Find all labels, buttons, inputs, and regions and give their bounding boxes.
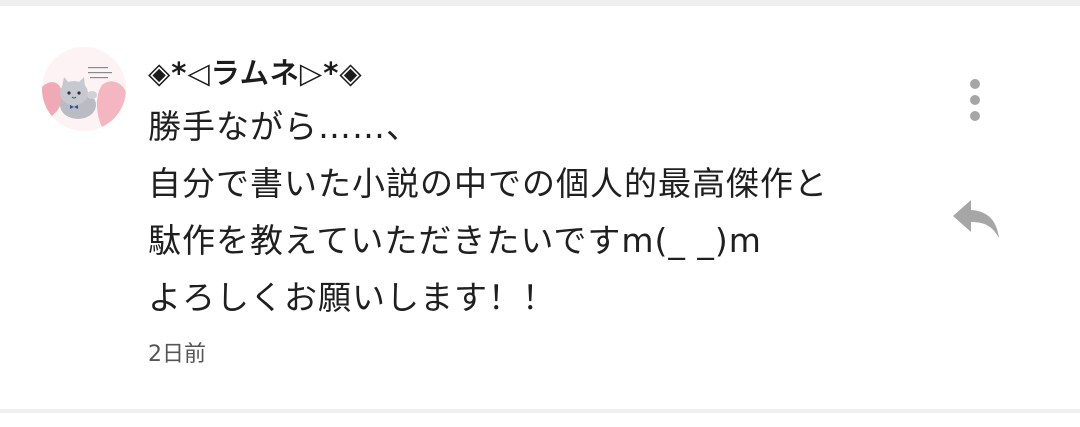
bottom-divider xyxy=(0,409,1080,413)
comment-line-2: 自分で書いた小説の中での個人的最高傑作と xyxy=(148,164,828,203)
more-options-button[interactable] xyxy=(955,72,995,128)
comment-timestamp: 2日前 xyxy=(148,342,206,367)
comment-card: ◈*◁ラムネ▷*◈ 勝手ながら……、 自分で書いた小説の中での個人的最高傑作と … xyxy=(0,0,1080,427)
reply-button[interactable] xyxy=(946,190,1006,246)
comment-line-1: 勝手ながら……、 xyxy=(148,107,420,146)
comment-line-4: よろしくお願いします！！ xyxy=(148,278,556,317)
avatar[interactable] xyxy=(42,47,126,131)
comment-author[interactable]: ◈*◁ラムネ▷*◈ xyxy=(148,50,363,92)
avatar-cat-image xyxy=(42,47,126,131)
more-vertical-icon xyxy=(970,79,980,121)
comment-body: 勝手ながら……、 自分で書いた小説の中での個人的最高傑作と 駄作を教えていただき… xyxy=(148,98,928,326)
comment-line-3: 駄作を教えていただきたいですm(_ _)m xyxy=(148,221,762,260)
top-divider xyxy=(0,0,1080,6)
reply-icon xyxy=(953,200,999,238)
